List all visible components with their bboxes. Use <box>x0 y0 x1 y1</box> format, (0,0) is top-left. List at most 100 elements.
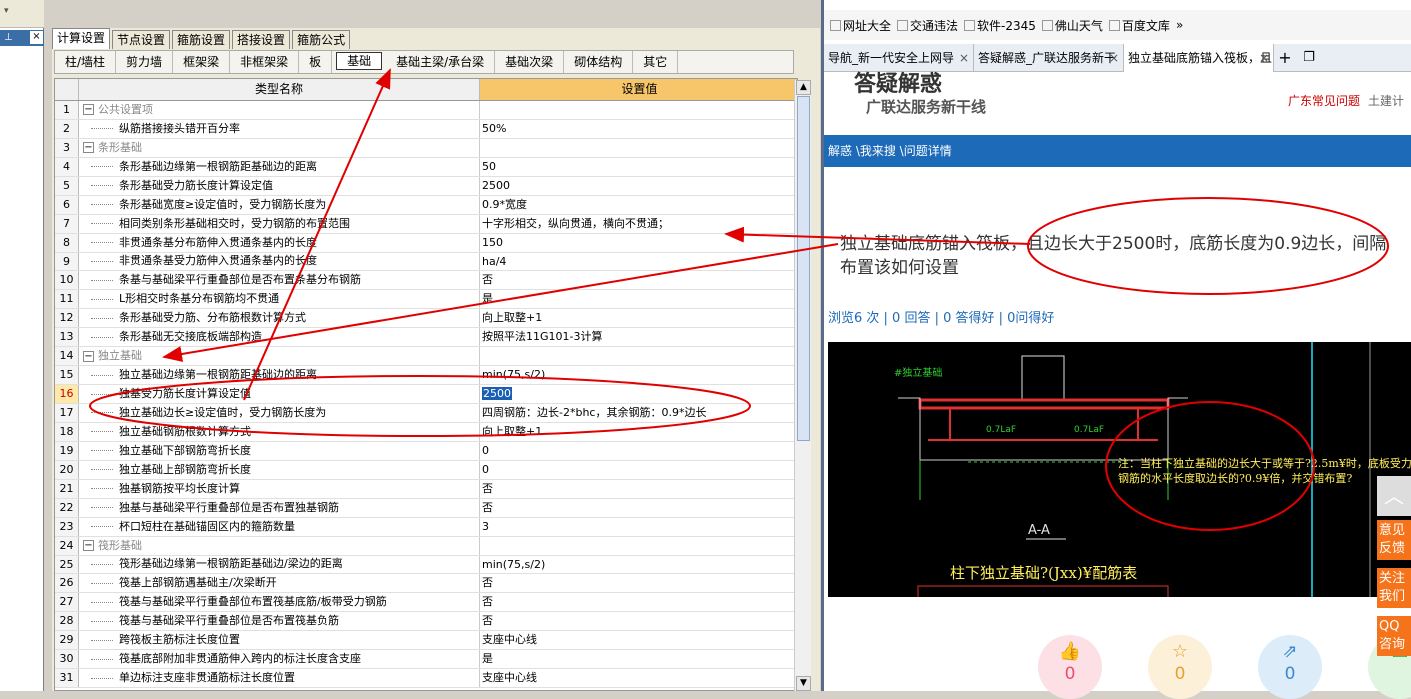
bookmark-item[interactable]: 佛山天气 <box>1041 17 1103 34</box>
dropdown-arrow-icon[interactable]: ▾ <box>4 6 20 20</box>
new-tab-icon[interactable]: + <box>1274 44 1296 71</box>
row-name-cell[interactable]: 条形基础宽度≥设定值时，受力钢筋长度为 <box>79 195 480 214</box>
row-name-cell[interactable]: 杯口短柱在基础锚固区内的箍筋数量 <box>79 517 480 536</box>
row-value-cell[interactable]: 否 <box>480 480 797 498</box>
collapse-toggle-icon[interactable]: − <box>83 142 94 154</box>
row-value-cell[interactable]: ha/4 <box>480 253 797 271</box>
row-name-cell[interactable]: 条形基础受力筋长度计算设定值 <box>79 176 480 195</box>
close-tab-icon[interactable]: × <box>1259 44 1269 72</box>
table-row[interactable]: 6 条形基础宽度≥设定值时，受力钢筋长度为 0.9*宽度 <box>55 195 797 215</box>
row-value-cell[interactable]: min(75,s/2) <box>480 366 797 384</box>
row-value-cell[interactable] <box>480 139 797 157</box>
row-name-cell[interactable]: L形相交时条基分布钢筋均不贯通 <box>79 290 480 309</box>
bookmark-item[interactable]: 网址大全 <box>830 17 891 34</box>
row-name-cell[interactable]: 条形基础无交接底板端部构造 <box>79 328 480 347</box>
row-name-cell[interactable]: 非贯通条基受力筋伸入贯通条基内的长度 <box>79 252 480 271</box>
collapse-toggle-icon[interactable]: − <box>83 104 94 116</box>
more-bookmarks-icon[interactable]: » <box>1176 18 1183 32</box>
row-value-cell[interactable]: 50% <box>480 120 797 138</box>
row-value-cell[interactable]: 0 <box>480 442 797 460</box>
row-name-cell[interactable]: 筏基与基础梁平行重叠部位布置筏基底筋/板带受力钢筋 <box>79 593 480 612</box>
row-value-cell[interactable]: 向上取整+1 <box>480 423 797 441</box>
favorite-button[interactable]: ☆ 0 <box>1148 635 1212 699</box>
table-row[interactable]: 28 筏基与基础梁平行重叠部位是否布置筏基负筋 否 <box>55 612 797 632</box>
sub-tab[interactable]: 基础 <box>336 52 383 70</box>
row-name-cell[interactable]: 独基受力筋长度计算设定值 <box>79 385 480 403</box>
scroll-thumb[interactable] <box>797 96 810 441</box>
row-value-cell[interactable]: 十字形相交，纵向贯通，横向不贯通； <box>480 215 797 233</box>
main-tab[interactable]: 搭接设置 <box>232 30 291 49</box>
row-name-cell[interactable]: − 独立基础 <box>79 347 480 366</box>
table-row[interactable]: 29 跨筏板主筋标注长度位置 支座中心线 <box>55 631 797 651</box>
collapse-toggle-icon[interactable]: − <box>83 350 94 362</box>
row-value-cell[interactable]: 按照平法11G101-3计算 <box>480 328 797 346</box>
row-name-cell[interactable]: 独立基础下部钢筋弯折长度 <box>79 441 480 460</box>
row-value-cell[interactable]: 否 <box>480 271 797 289</box>
table-row[interactable]: 31 单边标注支座非贯通筋标注长度位置 支座中心线 <box>55 669 797 689</box>
row-name-cell[interactable]: 纵筋搭接接头错开百分率 <box>79 119 480 138</box>
collapse-toggle-icon[interactable]: − <box>83 540 94 552</box>
table-row[interactable]: 14− 独立基础 <box>55 347 797 367</box>
pin-icon[interactable]: ⊥ <box>4 32 13 43</box>
sub-tab[interactable]: 基础主梁/承台梁 <box>386 51 496 73</box>
row-name-cell[interactable]: − 筏形基础 <box>79 536 480 555</box>
row-value-cell[interactable]: 2500 <box>480 177 797 195</box>
share-button[interactable]: ⇗ 0 <box>1258 635 1322 699</box>
row-value-cell[interactable]: 支座中心线 <box>480 669 797 687</box>
bookmark-item[interactable]: 软件-2345 <box>964 17 1036 34</box>
row-value-cell[interactable] <box>480 101 797 119</box>
row-value-cell[interactable]: 否 <box>480 612 797 630</box>
table-row[interactable]: 9 非贯通条基受力筋伸入贯通条基内的长度 ha/4 <box>55 252 797 272</box>
table-row[interactable]: 16 独基受力筋长度计算设定值 2500 <box>55 385 797 404</box>
row-name-cell[interactable]: 独立基础边缘第一根钢筋距基础边的距离 <box>79 366 480 385</box>
sub-tab[interactable]: 柱/墙柱 <box>55 51 117 73</box>
bookmark-item[interactable]: 百度文库 <box>1108 17 1170 34</box>
table-row[interactable]: 7 相同类别条形基础相交时，受力钢筋的布置范围 十字形相交，纵向贯通，横向不贯通； <box>55 214 797 234</box>
link-guangdong-faq[interactable]: 广东常见问题 <box>1288 94 1360 108</box>
table-row[interactable]: 20 独立基础上部钢筋弯折长度 0 <box>55 460 797 480</box>
like-button[interactable]: 👍 0 <box>1038 635 1102 699</box>
breadcrumb[interactable]: 解惑 \我来搜 \问题详情 <box>824 135 1411 167</box>
row-value-cell[interactable]: 是 <box>480 650 797 668</box>
row-name-cell[interactable]: 筏形基础边缘第一根钢筋距基础边/梁边的距离 <box>79 555 480 574</box>
follow-button[interactable]: 关注我们 <box>1377 568 1411 608</box>
scroll-down-icon[interactable]: ▼ <box>796 676 811 691</box>
sub-tab[interactable]: 基础次梁 <box>495 51 565 73</box>
row-value-cell[interactable]: 150 <box>480 234 797 252</box>
row-name-cell[interactable]: 独基与基础梁平行重叠部位是否布置独基钢筋 <box>79 498 480 517</box>
close-icon[interactable]: × <box>30 31 43 44</box>
browser-tab[interactable]: 独立基础底筋锚入筏板，且 × <box>1124 44 1274 72</box>
sub-tab[interactable]: 框架梁 <box>173 51 231 73</box>
grid-scrollbar[interactable]: ▲ ▼ <box>794 80 811 691</box>
row-value-cell[interactable]: 否 <box>480 574 797 592</box>
table-row[interactable]: 4 条形基础边缘第一根钢筋距基础边的距离 50 <box>55 157 797 177</box>
table-row[interactable]: 11 L形相交时条基分布钢筋均不贯通 是 <box>55 290 797 310</box>
row-value-cell[interactable]: 0.9*宽度 <box>480 196 797 214</box>
table-row[interactable]: 10 条基与基础梁平行重叠部位是否布置条基分布钢筋 否 <box>55 271 797 291</box>
row-name-cell[interactable]: 单边标注支座非贯通筋标注长度位置 <box>79 669 480 688</box>
main-tab[interactable]: 箍筋公式 <box>292 30 351 49</box>
qq-consult-button[interactable]: QQ咨询 <box>1377 616 1411 656</box>
browser-tab[interactable]: 答疑解惑_广联达服务新干 × <box>974 44 1124 72</box>
close-tab-icon[interactable]: × <box>959 44 969 72</box>
sub-tab[interactable]: 其它 <box>633 51 679 73</box>
table-row[interactable]: 19 独立基础下部钢筋弯折长度 0 <box>55 441 797 461</box>
main-tab[interactable]: 计算设置 <box>52 28 111 49</box>
sub-tab[interactable]: 非框架梁 <box>230 51 300 73</box>
table-row[interactable]: 5 条形基础受力筋长度计算设定值 2500 <box>55 176 797 196</box>
row-name-cell[interactable]: 独立基础钢筋根数计算方式 <box>79 422 480 441</box>
close-tab-icon[interactable]: × <box>1109 44 1119 72</box>
row-name-cell[interactable]: 筏基底部附加非贯通筋伸入跨内的标注长度含支座 <box>79 650 480 669</box>
row-value-cell[interactable]: 四周钢筋：边长-2*bhc，其余钢筋：0.9*边长 <box>480 404 797 422</box>
table-row[interactable]: 26 筏基上部钢筋遇基础主/次梁断开 否 <box>55 574 797 594</box>
row-name-cell[interactable]: 筏基上部钢筋遇基础主/次梁断开 <box>79 574 480 593</box>
sub-tab[interactable]: 板 <box>299 51 333 73</box>
row-value-cell[interactable]: 是 <box>480 290 797 308</box>
value-column-header[interactable]: 设置值 <box>480 79 797 100</box>
table-row[interactable]: 27 筏基与基础梁平行重叠部位布置筏基底筋/板带受力钢筋 否 <box>55 593 797 613</box>
scroll-up-icon[interactable]: ▲ <box>796 80 811 95</box>
splitter[interactable] <box>45 0 52 691</box>
row-value-cell[interactable]: 50 <box>480 158 797 176</box>
table-row[interactable]: 8 非贯通条基分布筋伸入贯通条基内的长度 150 <box>55 233 797 253</box>
name-column-header[interactable]: 类型名称 <box>79 79 480 100</box>
